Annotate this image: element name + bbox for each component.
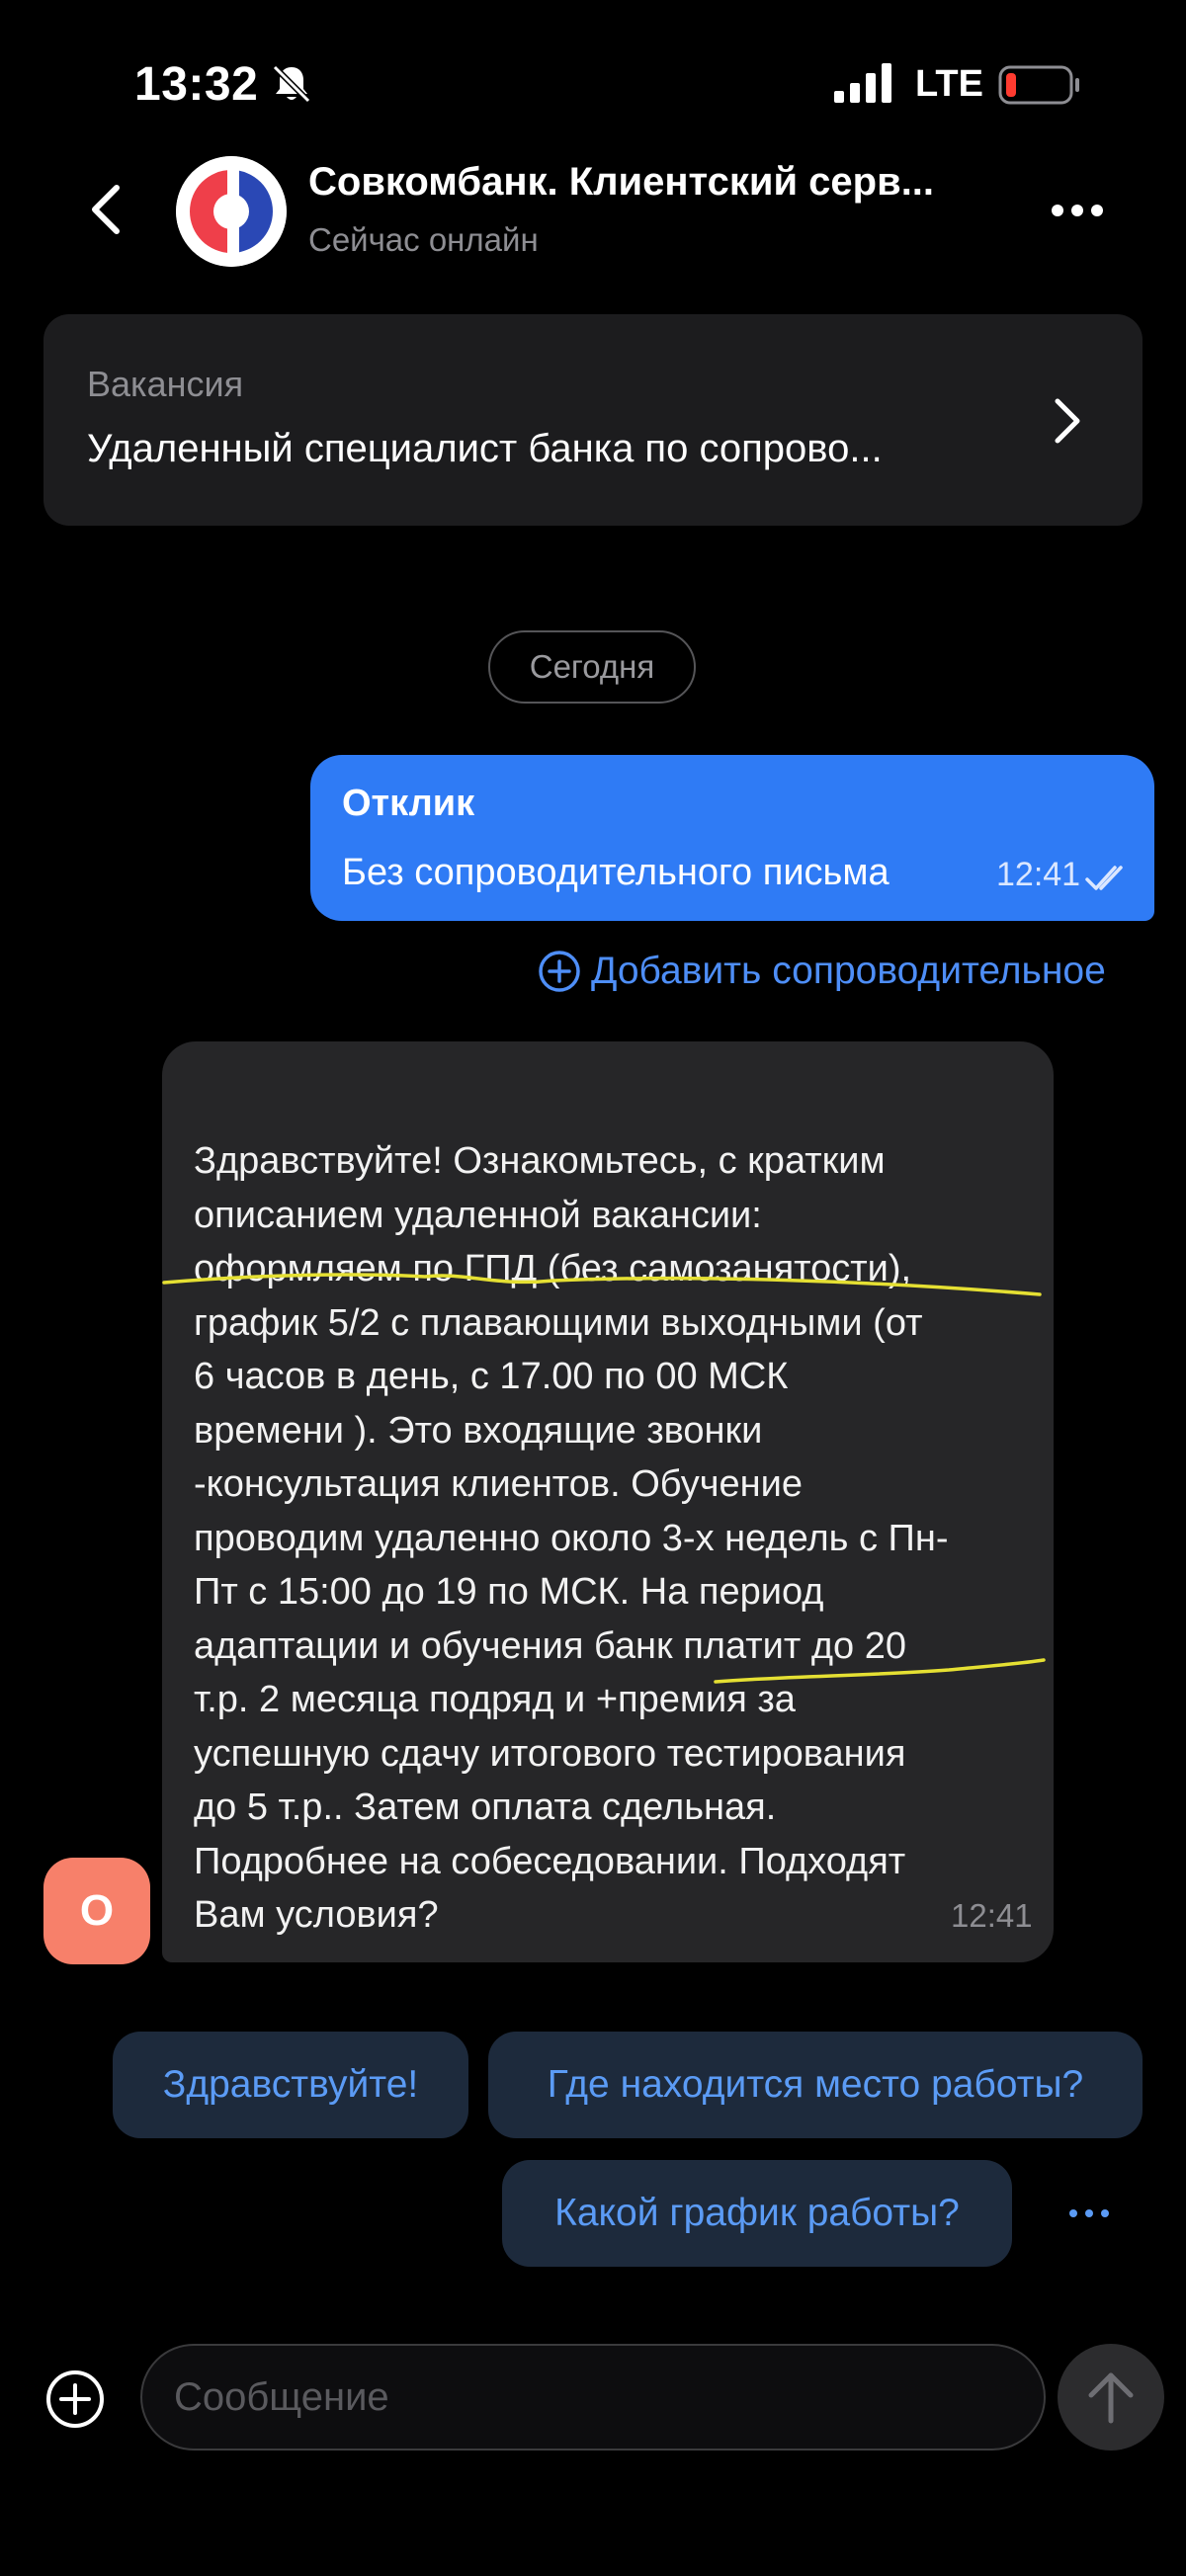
message-line: график 5/2 с плавающими выходными (от bbox=[194, 1301, 923, 1344]
attach-plus-icon[interactable] bbox=[45, 2369, 105, 2429]
message-line: 6 часов в день, с 17.00 по 00 МСК bbox=[194, 1356, 789, 1397]
more-dots-icon[interactable] bbox=[1050, 196, 1105, 225]
message-line: проводим удаленно около 3-х недель с Пн- bbox=[194, 1517, 949, 1559]
quick-reply-hello[interactable]: Здравствуйте! bbox=[113, 2032, 468, 2138]
signal-icon bbox=[834, 63, 891, 103]
add-cover-letter-label: Добавить сопроводительное bbox=[591, 950, 1106, 992]
chevron-right-icon bbox=[1055, 398, 1080, 444]
incoming-message-text: Здравствуйте! Ознакомьтесь, с кратким оп… bbox=[194, 1134, 1044, 1943]
message-line: описанием удаленной вакансии: bbox=[194, 1194, 762, 1236]
quick-reply-location[interactable]: Где находится место работы? bbox=[488, 2032, 1143, 2138]
message-line: Подробнее на собеседовании. Подходят bbox=[194, 1840, 906, 1882]
online-status: Сейчас онлайн bbox=[308, 221, 539, 258]
outgoing-message-title: Отклик bbox=[342, 783, 475, 824]
send-button[interactable] bbox=[1058, 2344, 1164, 2451]
vacancy-label: Вакансия bbox=[87, 364, 244, 404]
incoming-message-time: 12:41 bbox=[951, 1897, 1033, 1934]
message-line: т.р. 2 месяца подряд и +премия за bbox=[194, 1679, 796, 1720]
message-line: Вам условия? bbox=[194, 1894, 439, 1936]
quick-reply-schedule[interactable]: Какой график работы? bbox=[502, 2160, 1012, 2267]
status-time: 13:32 bbox=[134, 58, 259, 111]
plus-circle-icon bbox=[539, 951, 580, 992]
double-check-icon bbox=[1085, 866, 1123, 890]
network-label: LTE bbox=[915, 63, 983, 105]
message-input[interactable] bbox=[140, 2344, 1046, 2451]
arrow-up-icon bbox=[1088, 2372, 1134, 2424]
bell-slash-icon bbox=[272, 64, 311, 104]
message-line: успешную сдачу итогового тестирования bbox=[194, 1732, 906, 1775]
more-replies-icon[interactable] bbox=[1067, 2202, 1111, 2225]
back-chevron-icon[interactable] bbox=[79, 178, 134, 241]
message-line: -консультация клиентов. Обучение bbox=[194, 1463, 803, 1505]
sovcombank-logo[interactable] bbox=[176, 156, 287, 267]
message-line: Пт с 15:00 до 19 по МСК. На период bbox=[194, 1571, 824, 1613]
sender-avatar[interactable]: О bbox=[43, 1858, 150, 1964]
date-separator: Сегодня bbox=[488, 630, 696, 704]
battery-low-icon bbox=[998, 65, 1079, 105]
message-line: до 5 т.р.. Затем оплата сдельная. bbox=[194, 1787, 777, 1828]
chat-title[interactable]: Совкомбанк. Клиентский серв... bbox=[308, 160, 1000, 205]
outgoing-message-text: Без сопроводительного письма bbox=[342, 852, 890, 893]
vacancy-title: Удаленный специалист банка по сопрово... bbox=[87, 427, 883, 470]
add-cover-letter-button[interactable]: Добавить сопроводительное bbox=[538, 947, 1106, 996]
message-line: адаптации и обучения банк платит до 20 bbox=[194, 1624, 906, 1667]
message-line: Здравствуйте! Ознакомьтесь, с кратким bbox=[194, 1140, 886, 1182]
message-line: оформляем по ГПД (без самозанятости), bbox=[194, 1248, 912, 1289]
vacancy-card[interactable] bbox=[43, 314, 1143, 526]
outgoing-message-bubble[interactable] bbox=[310, 755, 1154, 921]
message-line: времени ). Это входящие звонки bbox=[194, 1409, 763, 1452]
outgoing-message-time: 12:41 bbox=[996, 856, 1081, 893]
